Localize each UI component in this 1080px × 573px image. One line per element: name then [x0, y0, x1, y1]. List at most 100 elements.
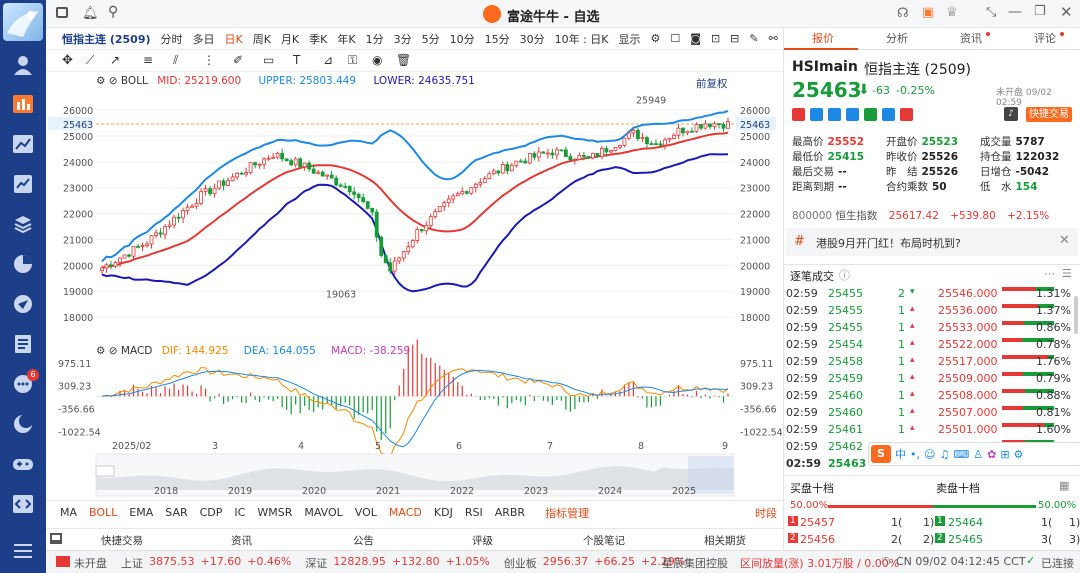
hline-icon[interactable]: ≡: [143, 53, 153, 67]
indicator-tab[interactable]: CDP: [194, 506, 229, 519]
index-row[interactable]: 800000 恒生指数 25617.42 +539.80 +2.15%: [792, 208, 1049, 223]
rect-icon[interactable]: ▭: [263, 53, 274, 67]
indicator-manage[interactable]: 指标管理: [539, 505, 595, 521]
fib-icon[interactable]: ⋮: [203, 53, 215, 67]
ime-user-icon[interactable]: ♙: [973, 448, 983, 461]
period-tab[interactable]: 日K: [220, 31, 248, 47]
indicator-tab[interactable]: RSI: [459, 506, 489, 519]
ten-year-select[interactable]: 10年 : 日K: [550, 31, 614, 47]
eye-icon[interactable]: ◉: [372, 53, 382, 67]
more-icon[interactable]: ⋯: [1044, 267, 1055, 280]
sogou-icon[interactable]: S: [871, 445, 891, 463]
tab-rating[interactable]: 评级: [472, 533, 493, 548]
stock-list-icon[interactable]: [11, 173, 35, 195]
period-tab[interactable]: 多日: [188, 31, 220, 47]
pie-chart-icon[interactable]: [11, 253, 35, 275]
triangle-icon[interactable]: [828, 108, 841, 121]
ray-icon[interactable]: ↗: [110, 53, 120, 67]
tab-quick-trade[interactable]: 快捷交易: [101, 533, 143, 548]
ticks-scrollbar[interactable]: [1074, 296, 1078, 334]
edit-icon[interactable]: ✎: [744, 32, 763, 45]
ime-skin-icon[interactable]: ✿: [987, 448, 996, 461]
display-dropdown[interactable]: 显示: [614, 31, 646, 47]
symbol-label[interactable]: 恒指主连 (2509): [57, 31, 156, 47]
ruler-icon[interactable]: ⊿: [323, 53, 333, 67]
period-tab[interactable]: 分时: [156, 31, 188, 47]
period-tab[interactable]: 年K: [332, 31, 360, 47]
user-icon[interactable]: [11, 54, 35, 76]
tab-comment[interactable]: 评论: [1034, 28, 1056, 50]
indicator-tab[interactable]: VOL: [349, 506, 383, 519]
time-range-tab[interactable]: 时段: [749, 505, 783, 521]
indicator-tab[interactable]: IC: [228, 506, 251, 519]
checkbox-icon[interactable]: ☐: [665, 32, 685, 45]
hk-icon[interactable]: [846, 108, 859, 121]
quick-trade-button[interactable]: 快捷交易: [1026, 107, 1072, 122]
indicator-tab[interactable]: BOLL: [83, 506, 123, 519]
ime-cn-icon[interactable]: 中: [895, 446, 906, 462]
period-tab[interactable]: 1分: [361, 31, 389, 47]
ime-mic-icon[interactable]: ♫: [939, 448, 949, 461]
ime-settings-icon[interactable]: ⚙: [1014, 448, 1024, 461]
split-icon[interactable]: ⊡: [706, 32, 725, 45]
indicator-tab[interactable]: ARBR: [489, 506, 531, 519]
chart-canvas[interactable]: 2600026000254632546325000250002400024000…: [46, 72, 783, 500]
period-tab[interactable]: 15分: [480, 31, 515, 47]
ime-keyboard-icon[interactable]: ⌨: [953, 448, 969, 461]
headset-icon[interactable]: ☊: [897, 6, 909, 21]
calendar-icon[interactable]: ▦: [1059, 479, 1069, 492]
stock-connect-icon[interactable]: [864, 108, 877, 121]
chat-icon[interactable]: [882, 108, 895, 121]
crosshair-icon[interactable]: ✥: [62, 53, 73, 68]
lock-icon[interactable]: ⚿: [348, 53, 357, 68]
indicator-tab[interactable]: EMA: [123, 506, 159, 519]
close-icon[interactable]: ✕: [1059, 233, 1070, 248]
bell-icon[interactable]: ♪: [1004, 107, 1018, 121]
news-banner[interactable]: # 港股9月开门红！布局时机到? ✕: [786, 228, 1078, 256]
code-icon[interactable]: [11, 493, 35, 515]
filter-icon[interactable]: ☰: [1062, 267, 1072, 280]
minimize-icon[interactable]: —: [1008, 4, 1022, 20]
ime-punct-icon[interactable]: •,: [910, 448, 920, 461]
tab-news[interactable]: 资讯: [231, 533, 252, 548]
tab-announcement[interactable]: 公告: [353, 533, 374, 548]
indicator-tab[interactable]: WMSR: [251, 506, 298, 519]
period-tab[interactable]: 10分: [445, 31, 480, 47]
panel-icon[interactable]: [50, 533, 62, 544]
moon-icon[interactable]: [11, 413, 35, 435]
trendline-icon[interactable]: ⟋: [86, 53, 94, 68]
collapse-icon[interactable]: ⤡: [986, 5, 996, 20]
text-tool-icon[interactable]: T: [293, 53, 300, 67]
period-tab[interactable]: 30分: [515, 31, 550, 47]
indicator-tab[interactable]: KDJ: [428, 506, 459, 519]
market-chart-icon[interactable]: [11, 93, 35, 115]
index-ticker[interactable]: 上证 3875.53 +17.60 +0.46% 深证 12828.95 +132.80 +1…: [121, 555, 699, 571]
indicator-tab[interactable]: MA: [54, 506, 83, 519]
delete-icon[interactable]: 🗑︎: [396, 53, 411, 67]
camera-icon[interactable]: ◙: [685, 32, 706, 45]
ime-toolbar[interactable]: S 中 •, ☺ ♫ ⌨ ♙ ✿ ⊞ ⚙: [868, 442, 1080, 466]
pen-icon[interactable]: ✐: [233, 53, 243, 67]
link-icon[interactable]: ⚯: [764, 32, 783, 45]
bell-icon[interactable]: 🔔︎: [82, 6, 99, 21]
trade-icon[interactable]: [11, 213, 35, 235]
channel-icon[interactable]: ⫽: [173, 53, 178, 68]
period-tab[interactable]: 季K: [304, 31, 332, 47]
close-icon[interactable]: ✕: [1060, 3, 1073, 21]
layout-icon[interactable]: [56, 7, 68, 18]
game-icon[interactable]: [11, 453, 35, 475]
tile-icon[interactable]: ⊟: [725, 32, 744, 45]
period-tab[interactable]: 5分: [417, 31, 445, 47]
tab-notes[interactable]: 个股笔记: [583, 533, 625, 548]
indicator-tab[interactable]: SAR: [159, 506, 193, 519]
menu-icon[interactable]: [11, 540, 35, 562]
star-icon[interactable]: [792, 108, 805, 121]
alert-ticker[interactable]: 星辰集团控股: [662, 555, 728, 571]
indicator-tab[interactable]: MAVOL: [298, 506, 348, 519]
indicator-tab[interactable]: MACD: [383, 506, 428, 519]
heart-icon[interactable]: [900, 108, 913, 121]
info-icon[interactable]: ⓘ: [839, 267, 850, 283]
tab-analysis[interactable]: 分析: [886, 28, 908, 50]
skin-icon[interactable]: ♕: [946, 5, 958, 20]
discover-icon[interactable]: [11, 293, 35, 315]
